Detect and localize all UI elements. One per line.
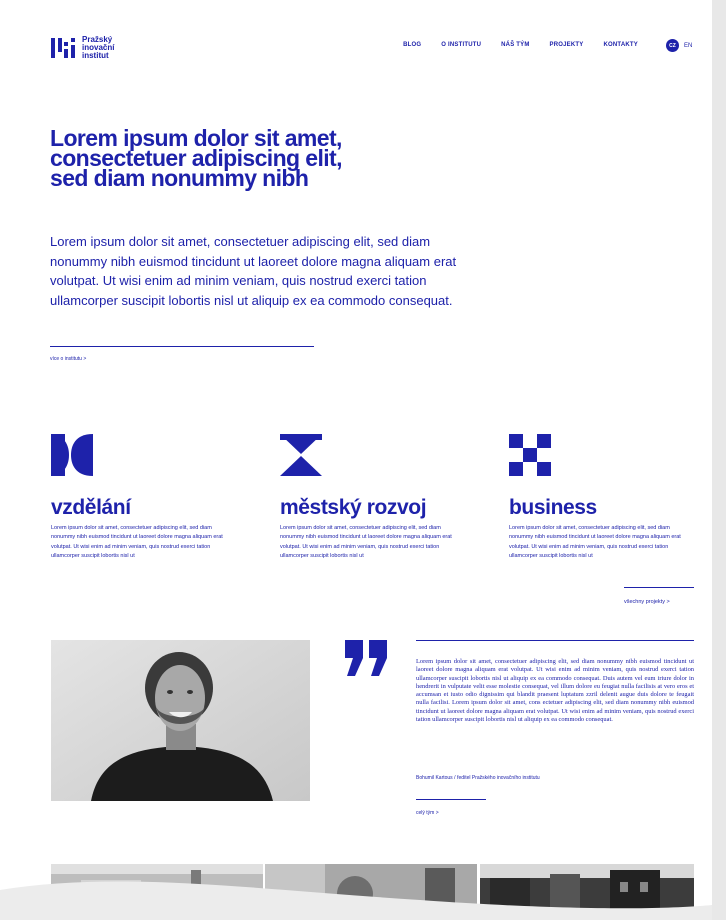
category-mestsky-rozvoj[interactable]: městský rozvoj Lorem ipsum dolor sit ame… <box>280 434 470 561</box>
category-vzdelani[interactable]: vzdělání Lorem ipsum dolor sit amet, con… <box>51 434 241 561</box>
category-text: Lorem ipsum dolor sit amet, consectetuer… <box>509 525 681 559</box>
nav-nas-tym[interactable]: NÁŠ TÝM <box>501 42 529 48</box>
category-business[interactable]: business Lorem ipsum dolor sit amet, con… <box>509 434 699 561</box>
logo-icon <box>51 36 78 60</box>
category-title: business <box>509 496 597 519</box>
hero-divider <box>50 346 314 347</box>
page: Pražský inovační institut BLOG O INSTITU… <box>0 0 712 920</box>
category-title: městský rozvoj <box>280 496 427 519</box>
whole-team-link[interactable]: celý tým > <box>416 810 439 816</box>
lang-cz-button[interactable]: CZ <box>666 39 679 52</box>
projects-divider <box>624 587 694 588</box>
category-title: vzdělání <box>51 496 131 519</box>
bowtie-icon <box>51 434 93 476</box>
language-switcher: CZ EN <box>666 39 692 52</box>
quote-icon <box>345 640 389 676</box>
quote-author: Bohumil Kartous / ředitel Pražského inov… <box>416 775 540 781</box>
lang-en-button[interactable]: EN <box>684 43 692 49</box>
logo-line-3: institut <box>82 51 109 60</box>
portrait-photo <box>51 640 310 801</box>
category-text: Lorem ipsum dolor sit amet, consectetuer… <box>280 525 452 559</box>
quote-text: Lorem ipsum dolor sit amet, consectetuer… <box>416 658 694 724</box>
hero-text: Lorem ipsum dolor sit amet, consectetuer… <box>50 234 457 308</box>
category-text: Lorem ipsum dolor sit amet, consectetuer… <box>51 525 223 559</box>
checker-icon <box>509 434 551 476</box>
hero-title: Lorem ipsum dolor sit amet, consectetuer… <box>50 125 343 191</box>
nav-kontakty[interactable]: KONTAKTY <box>604 42 639 48</box>
team-divider <box>416 799 486 800</box>
all-projects-link[interactable]: všechny projekty > <box>624 599 670 605</box>
nav-o-institutu[interactable]: O INSTITUTU <box>441 42 481 48</box>
logo[interactable]: Pražský inovační institut <box>51 36 114 60</box>
nav-projekty[interactable]: PROJEKTY <box>550 42 584 48</box>
main-nav: BLOG O INSTITUTU NÁŠ TÝM PROJEKTY KONTAK… <box>383 42 638 48</box>
logo-text: Pražský inovační institut <box>82 36 114 60</box>
hourglass-icon <box>280 434 322 476</box>
nav-blog[interactable]: BLOG <box>403 42 421 48</box>
footer-wave <box>0 881 712 920</box>
more-about-institute-link[interactable]: více o institutu > <box>50 356 86 362</box>
quote-divider <box>416 640 694 641</box>
